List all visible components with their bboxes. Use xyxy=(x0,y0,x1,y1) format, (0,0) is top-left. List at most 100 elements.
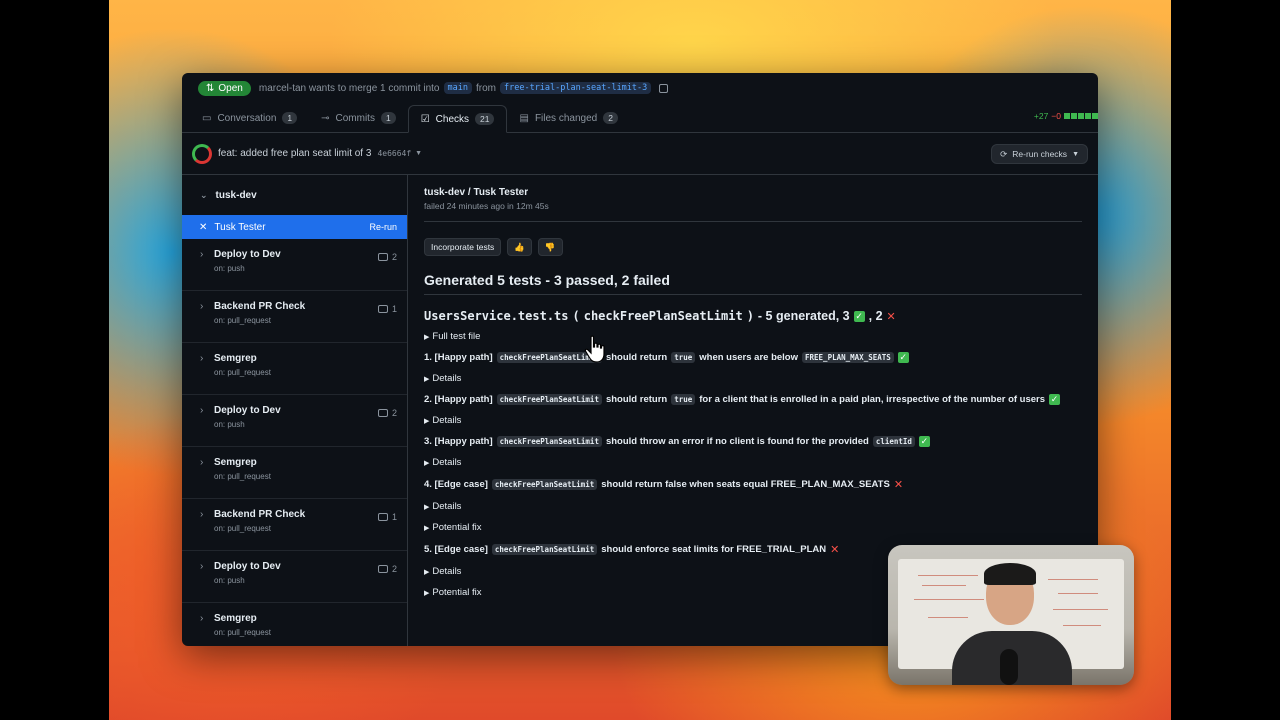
microphone xyxy=(1000,649,1018,685)
details-toggle[interactable]: ▶ Details xyxy=(424,415,1082,426)
job-trigger: on: pull_request xyxy=(214,368,271,377)
comment-count: 1 xyxy=(391,304,397,314)
comment-count: 2 xyxy=(391,564,397,574)
test-function-code: checkFreePlanSeatLimit xyxy=(491,479,598,490)
chevron-right-icon: › xyxy=(200,613,204,624)
chevron-right-icon: › xyxy=(200,561,204,572)
potential-fix-toggle[interactable]: ▶ Potential fix xyxy=(424,522,1082,533)
incorporate-tests-button[interactable]: Incorporate tests xyxy=(424,238,502,256)
webcam-overlay xyxy=(888,545,1134,685)
test-function-code: checkFreePlanSeatLimit xyxy=(496,394,602,405)
checklist-icon: ☑ xyxy=(420,113,430,125)
tab-label: Commits xyxy=(335,112,375,124)
test-item: 3. [Happy path] checkFreePlanSeatLimit s… xyxy=(424,436,1082,447)
job-trigger: on: pull_request xyxy=(214,472,271,481)
base-branch[interactable]: main xyxy=(443,82,472,94)
comment-count: 2 xyxy=(391,252,397,262)
sidebar-item-tusk-tester[interactable]: ✕ Tusk Tester Re-run xyxy=(182,215,407,239)
check-mark-icon: ✓ xyxy=(853,310,865,322)
triangle-right-icon: ▶ xyxy=(424,569,430,576)
file-summary-failed: , 2 xyxy=(868,309,883,323)
cross-mark-icon: ✕ xyxy=(830,544,840,556)
action-row: Incorporate tests 👍 👎 xyxy=(424,238,1082,256)
comment-icon xyxy=(377,565,388,573)
inline-code: clientId xyxy=(872,436,915,447)
job-name: Deploy to Dev xyxy=(214,249,281,260)
sidebar-item-job[interactable]: › Deploy to Dev on: push 2 xyxy=(182,395,407,447)
diffstat: +27 −0 xyxy=(1034,111,1098,121)
sidebar-item-job[interactable]: › Backend PR Check on: pull_request 1 xyxy=(182,499,407,551)
pr-author[interactable]: marcel-tan xyxy=(259,83,306,94)
sidebar-item-job[interactable]: › Deploy to Dev on: push 2 xyxy=(182,239,407,291)
triangle-right-icon: ▶ xyxy=(424,460,430,467)
toggle-label: Full test file xyxy=(432,331,481,342)
run-title: tusk-dev / Tusk Tester xyxy=(424,187,529,198)
check-group-header[interactable]: ⌄ tusk-dev xyxy=(182,175,407,215)
triangle-right-icon: ▶ xyxy=(424,418,430,425)
test-function-code: checkFreePlanSeatLimit xyxy=(496,436,602,447)
job-comments: 2 xyxy=(377,408,397,418)
job-comments: 2 xyxy=(377,252,397,262)
toggle-label: Details xyxy=(432,415,462,426)
sidebar-item-job[interactable]: › Semgrep on: pull_request xyxy=(182,447,407,499)
details-toggle[interactable]: ▶ Details xyxy=(424,457,1082,468)
details-toggle[interactable]: ▶ Details xyxy=(424,373,1082,384)
test-text: should return xyxy=(605,352,668,363)
pull-request-icon: ⇅ xyxy=(206,82,215,94)
check-group-name: tusk-dev xyxy=(215,189,257,201)
tab-count: 2 xyxy=(603,112,618,124)
chevron-right-icon: › xyxy=(200,301,204,312)
tab-checks[interactable]: ☑ Checks 21 xyxy=(407,105,508,133)
toggle-label: Details xyxy=(432,373,462,384)
chevron-down-icon[interactable]: ▼ xyxy=(415,150,422,157)
job-trigger: on: pull_request xyxy=(214,524,271,533)
job-name: Backend PR Check xyxy=(214,509,306,520)
rerun-job-button[interactable]: Re-run xyxy=(369,222,397,232)
job-name: Tusk Tester xyxy=(214,221,266,233)
diff-deletions: −0 xyxy=(1051,111,1061,121)
commit-icon: ⊸ xyxy=(321,112,330,124)
tab-conversation[interactable]: ▭ Conversation 1 xyxy=(190,104,309,132)
sync-icon: ⟳ xyxy=(1000,148,1008,159)
details-toggle[interactable]: ▶ Details xyxy=(424,501,1082,512)
toggle-label: Details xyxy=(432,566,462,577)
rerun-checks-button[interactable]: ⟳ Re-run checks ▼ xyxy=(991,144,1088,164)
test-text: should return xyxy=(605,394,668,405)
inline-code: true xyxy=(671,394,696,405)
sidebar-item-job[interactable]: › Semgrep on: pull_request xyxy=(182,603,407,646)
tab-files-changed[interactable]: ▤ Files changed 2 xyxy=(507,104,629,132)
copy-icon[interactable] xyxy=(659,83,669,93)
job-trigger: on: push xyxy=(214,420,245,429)
cross-mark-icon: ✕ xyxy=(886,310,896,323)
chevron-down-icon: ⌄ xyxy=(200,189,208,200)
tab-label: Conversation xyxy=(217,112,277,124)
job-trigger: on: push xyxy=(214,576,245,585)
full-test-file-toggle[interactable]: ▶ Full test file xyxy=(424,331,1082,342)
results-heading: Generated 5 tests - 3 passed, 2 failed xyxy=(424,272,1082,295)
test-function-code: checkFreePlanSeatLimit xyxy=(491,544,598,555)
cross-mark-icon: ✕ xyxy=(893,479,904,491)
toggle-label: Details xyxy=(432,501,462,512)
check-mark-icon: ✓ xyxy=(897,352,909,363)
chevron-right-icon: › xyxy=(200,353,204,364)
toggle-label: Potential fix xyxy=(432,522,482,533)
commit-sha[interactable]: 4e6664f xyxy=(377,149,411,158)
tab-label: Checks xyxy=(435,113,470,125)
test-text: should enforce seat limits for FREE_TRIA… xyxy=(601,544,827,555)
toggle-label: Details xyxy=(432,457,462,468)
chevron-right-icon: › xyxy=(200,405,204,416)
sidebar-item-job[interactable]: › Deploy to Dev on: push 2 xyxy=(182,551,407,603)
thumbs-up-icon[interactable]: 👍 xyxy=(507,238,532,256)
pr-header: ⇅ Open marcel-tan wants to merge 1 commi… xyxy=(182,73,1098,103)
sidebar-item-job[interactable]: › Semgrep on: pull_request xyxy=(182,343,407,395)
comment-icon xyxy=(377,409,388,417)
thumbs-down-icon[interactable]: 👎 xyxy=(537,238,563,256)
head-branch[interactable]: free-trial-plan-seat-limit-3 xyxy=(499,82,652,94)
tab-commits[interactable]: ⊸ Commits 1 xyxy=(309,104,408,132)
sidebar-item-job[interactable]: › Backend PR Check on: pull_request 1 xyxy=(182,291,407,343)
job-trigger: on: pull_request xyxy=(214,316,271,325)
commit-message[interactable]: feat: added free plan seat limit of 3 xyxy=(218,148,371,159)
file-summary-passed: - 5 generated, 3 xyxy=(757,309,850,323)
job-name: Semgrep xyxy=(214,353,257,364)
triangle-right-icon: ▶ xyxy=(424,590,430,597)
